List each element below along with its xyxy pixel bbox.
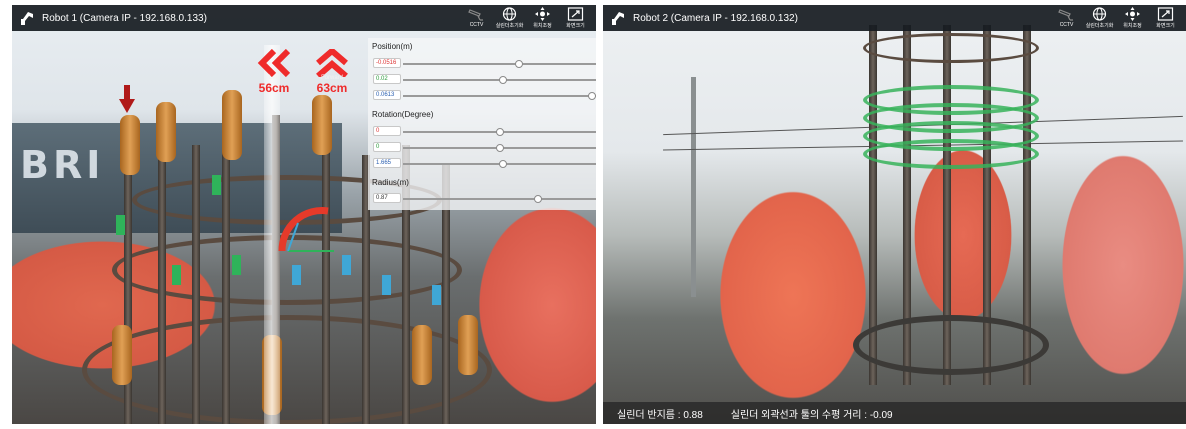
- measurement-status-bar: 실린더 반지름 : 0.88 실린더 외곽선과 툴의 수평 거리 : -0.09: [603, 402, 1186, 424]
- rotation-y-slider[interactable]: [403, 144, 596, 152]
- sleeve-tube: [412, 325, 432, 385]
- move-forward-distance: 63cm: [316, 81, 348, 95]
- move-left-hint: Left 56cm: [256, 49, 292, 95]
- robot-arm-logo-icon: [16, 7, 38, 29]
- robot-arm-logo-icon: [607, 7, 629, 29]
- slider-knob[interactable]: [495, 128, 504, 136]
- slider-knob[interactable]: [499, 160, 508, 168]
- position-x-slider[interactable]: [403, 60, 596, 68]
- robot2-toolbar: CCTV 실린더초기화 위치조정 화면크기: [1050, 5, 1182, 31]
- sleeve-tube: [312, 95, 332, 155]
- position-adjust-button[interactable]: 위치조정: [526, 5, 559, 31]
- move-forward-hint: Forward 63cm: [314, 49, 350, 95]
- robot1-camera-view: BRI Left 56cm Forward 63cm Position(m) -…: [12, 5, 596, 424]
- rotation-x-slider[interactable]: [403, 128, 596, 136]
- position-adjust-button[interactable]: 위치조정: [1116, 5, 1149, 31]
- robot1-title: Robot 1 (Camera IP - 192.168.0.133): [42, 12, 207, 24]
- slider-knob[interactable]: [514, 60, 523, 68]
- cylinder-reset-button[interactable]: 실린더초기화: [493, 5, 526, 31]
- resize-window-icon: [1157, 7, 1174, 21]
- position-adjust-icon: [1125, 7, 1140, 21]
- down-arrow-icon: [119, 85, 135, 113]
- cctv-button[interactable]: CCTV: [460, 5, 493, 31]
- cctv-camera-icon: [1058, 9, 1073, 21]
- rebar-cage: [853, 25, 1053, 405]
- position-y-field[interactable]: 0.02: [373, 74, 401, 84]
- robot2-title-bar: Robot 2 (Camera IP - 192.168.0.132) CCTV…: [603, 5, 1186, 31]
- rotation-x-field[interactable]: 0: [373, 126, 401, 136]
- position-heading: Position(m): [372, 42, 413, 51]
- position-adjust-icon: [535, 7, 550, 21]
- rotation-z-field[interactable]: 1.665: [373, 158, 401, 168]
- move-left-distance: 56cm: [258, 81, 290, 95]
- globe-grid-icon: [502, 7, 517, 21]
- slider-knob[interactable]: [499, 76, 508, 84]
- position-z-field[interactable]: 0.0613: [373, 90, 401, 100]
- rotation-arc-indicator: [278, 207, 334, 252]
- utility-pole: [691, 77, 696, 297]
- pose-control-panel: Position(m) -0.0516 0.02 0.0613 Rotation…: [368, 38, 596, 210]
- sleeve-tube: [222, 90, 242, 160]
- radius-field[interactable]: 0.87: [373, 193, 401, 203]
- sleeve-tube: [120, 115, 140, 175]
- cctv-camera-icon: [468, 9, 483, 21]
- cylinder-reset-button[interactable]: 실린더초기화: [1083, 5, 1116, 31]
- cctv-button[interactable]: CCTV: [1050, 5, 1083, 31]
- radius-slider[interactable]: [403, 195, 596, 203]
- tool-distance-readout: 실린더 외곽선과 툴의 수평 거리 : -0.09: [730, 409, 893, 421]
- globe-grid-icon: [1092, 7, 1107, 21]
- sleeve-tube: [458, 315, 478, 375]
- radius-heading: Radius(m): [372, 178, 409, 187]
- rotation-z-slider[interactable]: [403, 160, 596, 168]
- slider-knob[interactable]: [495, 144, 504, 152]
- double-chevron-up-icon: [316, 49, 348, 77]
- robot1-title-bar: Robot 1 (Camera IP - 192.168.0.133) CCTV…: [12, 5, 596, 31]
- screen-size-button[interactable]: 화면크기: [559, 5, 592, 31]
- screen-size-button[interactable]: 화면크기: [1149, 5, 1182, 31]
- position-z-slider[interactable]: [403, 92, 596, 100]
- rotation-heading: Rotation(Degree): [372, 110, 434, 119]
- slider-knob[interactable]: [588, 92, 596, 100]
- position-y-slider[interactable]: [403, 76, 596, 84]
- rotation-y-field[interactable]: 0: [373, 142, 401, 152]
- cylinder-radius-readout: 실린더 반지름 : 0.88: [617, 409, 703, 421]
- robot2-title: Robot 2 (Camera IP - 192.168.0.132): [633, 12, 798, 24]
- position-x-field[interactable]: -0.0516: [373, 58, 401, 68]
- double-chevron-left-icon: [257, 49, 291, 77]
- sleeve-tube: [156, 102, 176, 162]
- robot1-toolbar: CCTV 실린더초기화 위치조정 화면크기: [460, 5, 592, 31]
- slider-knob[interactable]: [534, 195, 543, 203]
- sleeve-tube: [112, 325, 132, 385]
- resize-window-icon: [567, 7, 584, 21]
- robot2-camera-view: 실린더 반지름 : 0.88 실린더 외곽선과 툴의 수평 거리 : -0.09…: [603, 5, 1186, 424]
